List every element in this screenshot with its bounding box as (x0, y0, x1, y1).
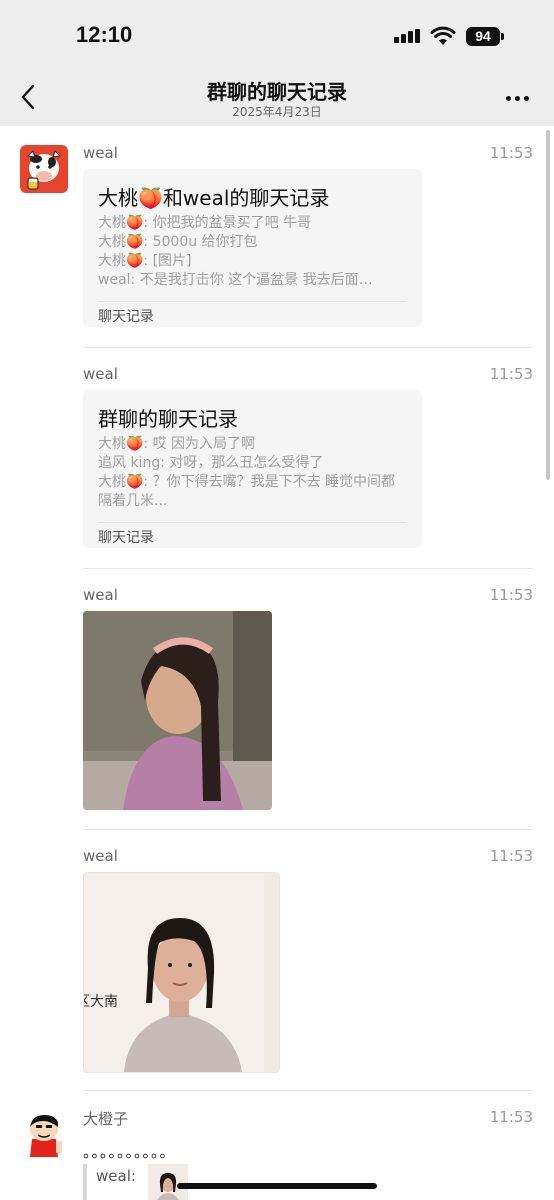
message-time: 11:53 (489, 144, 533, 162)
page-title: 群聊的聊天记录 (207, 80, 347, 104)
chat-record-line: 大桃🍑: 哎 因为入局了啊 (98, 436, 256, 452)
wifi-icon (430, 26, 456, 45)
avatar[interactable] (20, 145, 68, 193)
chat-record-label: 聊天记录 (98, 309, 154, 325)
quote-image[interactable] (148, 1164, 188, 1200)
photo-image (83, 611, 272, 810)
chat-record-line: 大桃🍑: 5000u 给你打包 (98, 234, 258, 250)
chat-record-card[interactable]: 群聊的聊天记录 大桃🍑: 哎 因为入局了啊 追风 king: 对呀，那么丑怎么受… (83, 390, 422, 548)
chat-record-label: 聊天记录 (98, 530, 154, 546)
sender-name: weal (83, 144, 118, 162)
message-item: weal 11:53 大桃🍑和weal的聊天记录 大桃🍑: 你把我的盆景买了吧 … (0, 126, 554, 348)
sender-name: weal (83, 847, 118, 865)
chat-record-line: weal: 不是我打击你 这个逼盆景 我去后面… (98, 272, 373, 288)
chat-record-preview: 大桃🍑: 你把我的盆景买了吧 牛哥 大桃🍑: 5000u 给你打包 大桃🍑: [… (98, 214, 398, 290)
more-button[interactable] (500, 86, 534, 110)
chat-record-line: 大桃🍑: 你把我的盆景买了吧 牛哥 (98, 215, 312, 231)
battery-tip (501, 33, 504, 40)
chat-record-title: 大桃🍑和weal的聊天记录 (98, 186, 330, 210)
chat-record-preview: 大桃🍑: 哎 因为入局了啊 追风 king: 对呀，那么丑怎么受得了 大桃🍑: … (98, 435, 398, 511)
image-message[interactable]: 区大南 (83, 872, 280, 1073)
sender-name: weal (83, 586, 118, 604)
message-item: weal 11:53 区大南 (0, 830, 554, 1091)
message-item: weal 11:53 群聊的聊天记录 大桃🍑: 哎 因为入局了啊 追风 king… (0, 348, 554, 569)
avatar[interactable] (20, 1109, 68, 1157)
message-time: 11:53 (489, 1108, 533, 1126)
sender-name: 大橙子 (83, 1110, 129, 1128)
chat-record-line: 追风 king: 对呀，那么丑怎么受得了 (98, 455, 324, 471)
home-indicator[interactable] (177, 1183, 377, 1189)
id-photo-image (84, 873, 279, 1072)
image-message[interactable] (83, 611, 272, 810)
quote-sender: weal: (96, 1167, 136, 1185)
status-time: 12:10 (76, 22, 133, 47)
nav-bar: 群聊的聊天记录 2025年4月23日 (0, 70, 554, 126)
chat-record-screen: 12:10 94 群聊的聊天记录 2025年4月23日 weal 11:53 大… (0, 0, 554, 1200)
chat-record-card[interactable]: 大桃🍑和weal的聊天记录 大桃🍑: 你把我的盆景买了吧 牛哥 大桃🍑: 500… (83, 169, 422, 327)
chat-record-title: 群聊的聊天记录 (98, 407, 238, 431)
quote-thumbnail-image (148, 1164, 188, 1200)
message-text: 。。。。。。。。。。 (83, 1143, 176, 1161)
battery-icon: 94 (466, 27, 500, 46)
message-time: 11:53 (489, 847, 533, 865)
signal-icon (394, 29, 422, 43)
scrollbar[interactable] (546, 130, 550, 480)
message-item: weal 11:53 (0, 569, 554, 830)
message-time: 11:53 (489, 586, 533, 604)
cow-avatar-image (20, 145, 68, 193)
quote-bar (83, 1164, 87, 1200)
chat-record-line: 大桃🍑: ？你下得去嘴？我是下不去 睡觉中间都隔着几米... (98, 474, 396, 509)
status-bar: 12:10 94 (0, 0, 554, 70)
card-divider (98, 301, 407, 302)
image-caption: 区大南 (84, 994, 118, 1010)
cartoon-avatar-image (20, 1109, 68, 1157)
chat-record-line: 大桃🍑: [图片] (98, 253, 192, 269)
message-list[interactable]: weal 11:53 大桃🍑和weal的聊天记录 大桃🍑: 你把我的盆景买了吧 … (0, 126, 554, 1200)
card-divider (98, 522, 407, 523)
message-time: 11:53 (489, 365, 533, 383)
page-subtitle: 2025年4月23日 (232, 105, 322, 119)
sender-name: weal (83, 365, 118, 383)
